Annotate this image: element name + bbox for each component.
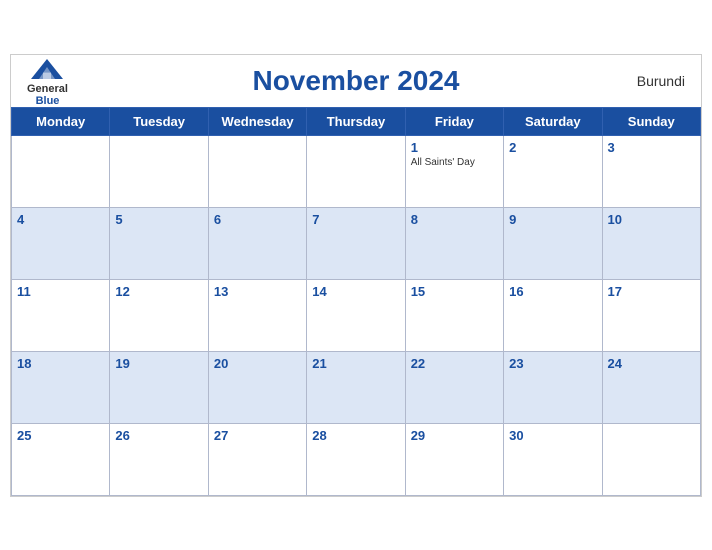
table-row: 23 (504, 351, 602, 423)
table-row: 20 (208, 351, 306, 423)
table-row: 9 (504, 207, 602, 279)
day-number: 18 (17, 356, 104, 371)
table-row (208, 135, 306, 207)
day-number: 25 (17, 428, 104, 443)
table-row: 18 (12, 351, 110, 423)
header-thursday: Thursday (307, 107, 405, 135)
calendar-week-row: 1 All Saints' Day 23 (12, 135, 701, 207)
day-number: 22 (411, 356, 498, 371)
weekday-header-row: Monday Tuesday Wednesday Thursday Friday… (12, 107, 701, 135)
day-number: 16 (509, 284, 596, 299)
day-number: 14 (312, 284, 399, 299)
table-row: 2 (504, 135, 602, 207)
calendar-week-row: 25 26 27 28 29 30 (12, 423, 701, 495)
table-row: 25 (12, 423, 110, 495)
table-row: 10 (602, 207, 700, 279)
calendar: General Blue November 2024 Burundi Monda… (10, 54, 702, 497)
day-number: 15 (411, 284, 498, 299)
table-row: 21 (307, 351, 405, 423)
day-number: 5 (115, 212, 202, 227)
table-row: 19 (110, 351, 208, 423)
header-saturday: Saturday (504, 107, 602, 135)
table-row (12, 135, 110, 207)
day-number: 26 (115, 428, 202, 443)
table-row: 7 (307, 207, 405, 279)
day-number: 10 (608, 212, 695, 227)
day-number: 17 (608, 284, 695, 299)
day-number: 1 (411, 140, 498, 155)
day-number: 24 (608, 356, 695, 371)
day-number: 2 (509, 140, 596, 155)
table-row: 24 (602, 351, 700, 423)
table-row: 6 (208, 207, 306, 279)
header-sunday: Sunday (602, 107, 700, 135)
table-row: 11 (12, 279, 110, 351)
logo: General Blue (27, 55, 68, 107)
table-row: 12 (110, 279, 208, 351)
calendar-week-row: 18 19 20 21 22 23 24 (12, 351, 701, 423)
table-row: 28 (307, 423, 405, 495)
table-row: 3 (602, 135, 700, 207)
day-number: 9 (509, 212, 596, 227)
table-row: 27 (208, 423, 306, 495)
table-row (110, 135, 208, 207)
day-number: 11 (17, 284, 104, 299)
calendar-week-row: 11 12 13 14 15 16 17 (12, 279, 701, 351)
day-number: 12 (115, 284, 202, 299)
day-number: 3 (608, 140, 695, 155)
day-number: 21 (312, 356, 399, 371)
table-row: 16 (504, 279, 602, 351)
day-number: 13 (214, 284, 301, 299)
day-number: 7 (312, 212, 399, 227)
day-number: 30 (509, 428, 596, 443)
calendar-title: November 2024 (252, 65, 459, 97)
day-number: 23 (509, 356, 596, 371)
day-number: 8 (411, 212, 498, 227)
day-number: 28 (312, 428, 399, 443)
table-row: 22 (405, 351, 503, 423)
logo-general-text: General (27, 83, 68, 95)
table-row: 15 (405, 279, 503, 351)
event-label: All Saints' Day (411, 157, 498, 168)
table-row: 26 (110, 423, 208, 495)
calendar-table: Monday Tuesday Wednesday Thursday Friday… (11, 107, 701, 496)
header-friday: Friday (405, 107, 503, 135)
table-row: 4 (12, 207, 110, 279)
table-row: 17 (602, 279, 700, 351)
day-number: 19 (115, 356, 202, 371)
table-row: 5 (110, 207, 208, 279)
header-monday: Monday (12, 107, 110, 135)
table-row (307, 135, 405, 207)
calendar-header: General Blue November 2024 Burundi (11, 55, 701, 107)
day-number: 27 (214, 428, 301, 443)
day-number: 4 (17, 212, 104, 227)
table-row (602, 423, 700, 495)
table-row: 13 (208, 279, 306, 351)
calendar-week-row: 456789 10 (12, 207, 701, 279)
logo-icon (27, 55, 67, 83)
table-row: 14 (307, 279, 405, 351)
day-number: 20 (214, 356, 301, 371)
day-number: 29 (411, 428, 498, 443)
header-tuesday: Tuesday (110, 107, 208, 135)
header-wednesday: Wednesday (208, 107, 306, 135)
logo-blue-text: Blue (36, 95, 60, 107)
table-row: 30 (504, 423, 602, 495)
day-number: 6 (214, 212, 301, 227)
table-row: 8 (405, 207, 503, 279)
country-label: Burundi (637, 73, 685, 89)
table-row: 29 (405, 423, 503, 495)
table-row: 1 All Saints' Day (405, 135, 503, 207)
